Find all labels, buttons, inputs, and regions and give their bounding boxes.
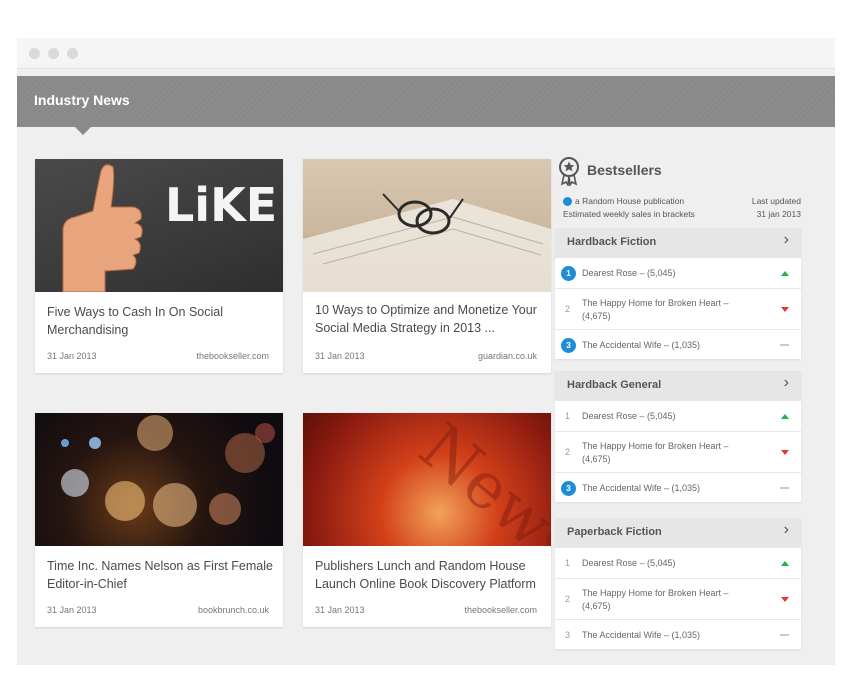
trend-flat-icon bbox=[780, 487, 789, 489]
article-card[interactable]: LiKE THIS. Five Ways to Cash In On Socia… bbox=[35, 159, 283, 373]
bestseller-row[interactable]: 2 The Happy Home for Broken Heart – (4,67… bbox=[555, 578, 801, 619]
award-ribbon-icon bbox=[557, 156, 581, 191]
image-text-like: LiKE THIS. bbox=[165, 178, 283, 232]
bestseller-row[interactable]: 3 The Accidental Wife – (1,035) bbox=[555, 619, 801, 649]
book-title-sales[interactable]: The Accidental Wife – (1,035) bbox=[582, 339, 732, 352]
header-pointer bbox=[75, 127, 91, 135]
book-title-sales[interactable]: The Happy Home for Broken Heart – (4,675… bbox=[582, 587, 732, 613]
section-title: Hardback Fiction bbox=[567, 236, 657, 248]
rank-number: 2 bbox=[565, 447, 571, 457]
section-header[interactable]: Hardback Fiction › bbox=[555, 228, 801, 257]
bestseller-row[interactable]: 2 The Happy Home for Broken Heart – (4,67… bbox=[555, 288, 801, 329]
window-maximize-dot[interactable] bbox=[67, 48, 78, 59]
article-source[interactable]: bookbrunch.co.uk bbox=[198, 605, 269, 615]
trend-flat-icon bbox=[780, 634, 789, 636]
article-image-news[interactable]: News bbox=[303, 413, 551, 546]
article-title[interactable]: 10 Ways to Optimize and Monetize Your So… bbox=[315, 301, 541, 337]
article-source[interactable]: thebookseller.com bbox=[464, 605, 537, 615]
book-title-sales[interactable]: Dearest Rose – (5,045) bbox=[582, 557, 732, 570]
section-header[interactable]: Hardback General › bbox=[555, 371, 801, 400]
article-image-city-lights[interactable] bbox=[35, 413, 283, 546]
rank-badge: 3 bbox=[561, 337, 576, 353]
chevron-right-icon[interactable]: › bbox=[784, 374, 789, 392]
trend-down-icon bbox=[781, 450, 789, 455]
page-title: Industry News bbox=[34, 92, 130, 108]
trend-up-icon bbox=[781, 561, 789, 566]
bestsellers-header: Bestsellers bbox=[555, 152, 801, 192]
book-title-sales[interactable]: Dearest Rose – (5,045) bbox=[582, 410, 732, 423]
article-title[interactable]: Five Ways to Cash In On Social Merchandi… bbox=[47, 303, 273, 339]
article-date: 31 Jan 2013 bbox=[47, 351, 97, 361]
rank-badge: 1 bbox=[561, 266, 576, 281]
section-title: Hardback General bbox=[567, 379, 662, 391]
bestseller-section: Paperback Fiction › 1 Dearest Rose – (5,045… bbox=[555, 518, 801, 649]
book-title-sales[interactable]: The Accidental Wife – (1,035) bbox=[582, 482, 732, 495]
legend-sales-note: Estimated weekly sales in brackets bbox=[563, 209, 695, 219]
bestseller-row[interactable]: 2 The Happy Home for Broken Heart – (4,67… bbox=[555, 431, 801, 472]
rank-number: 1 bbox=[565, 411, 571, 421]
bestseller-section: Hardback Fiction › 1 Dearest Rose – (5,045)… bbox=[555, 228, 801, 359]
rank-number: 2 bbox=[565, 304, 571, 314]
article-source[interactable]: thebookseller.com bbox=[196, 351, 269, 361]
book-title-sales[interactable]: The Happy Home for Broken Heart – (4,675… bbox=[582, 440, 732, 466]
last-updated-label: Last updated bbox=[751, 196, 801, 206]
trend-down-icon bbox=[781, 307, 789, 312]
window-close-dot[interactable] bbox=[29, 48, 40, 59]
article-date: 31 Jan 2013 bbox=[47, 605, 97, 615]
bestseller-section: Hardback General › 1 Dearest Rose – (5,045)… bbox=[555, 371, 801, 502]
rank-badge: 3 bbox=[561, 480, 576, 496]
book-title-sales[interactable]: Dearest Rose – (5,045) bbox=[582, 267, 732, 280]
article-date: 31 Jan 2013 bbox=[315, 351, 365, 361]
chevron-right-icon[interactable]: › bbox=[784, 521, 789, 539]
article-title[interactable]: Time Inc. Names Nelson as First Female E… bbox=[47, 557, 273, 593]
page-header: Industry News bbox=[17, 76, 835, 127]
article-image-newspaper-glasses[interactable] bbox=[303, 159, 551, 292]
bestsellers-panel: Bestsellers a Random House publication E… bbox=[555, 152, 801, 649]
chevron-right-icon[interactable]: › bbox=[784, 231, 789, 249]
random-house-legend-dot bbox=[563, 197, 572, 206]
window-minimize-dot[interactable] bbox=[48, 48, 59, 59]
rank-number: 1 bbox=[565, 558, 571, 568]
bestseller-row[interactable]: 3 The Accidental Wife – (1,035) bbox=[555, 472, 801, 502]
trend-up-icon bbox=[781, 271, 789, 276]
last-updated-date: 31 jan 2013 bbox=[756, 209, 801, 219]
article-date: 31 Jan 2013 bbox=[315, 605, 365, 615]
article-card[interactable]: News Publishers Lunch and Random House L… bbox=[303, 413, 551, 627]
article-source[interactable]: guardian.co.uk bbox=[478, 351, 537, 361]
rank-number: 3 bbox=[565, 629, 571, 640]
trend-up-icon bbox=[781, 414, 789, 419]
book-title-sales[interactable]: The Accidental Wife – (1,035) bbox=[582, 629, 732, 642]
article-image-thumbs-up[interactable]: LiKE THIS. bbox=[35, 159, 283, 292]
image-text-news: News bbox=[406, 413, 551, 546]
trend-flat-icon bbox=[780, 344, 789, 346]
legend-random-house: a Random House publication bbox=[575, 196, 685, 206]
rank-number: 2 bbox=[565, 594, 571, 604]
bestseller-row[interactable]: 1 Dearest Rose – (5,045) bbox=[555, 257, 801, 288]
section-title: Paperback Fiction bbox=[567, 526, 662, 538]
book-title-sales[interactable]: The Happy Home for Broken Heart – (4,675… bbox=[582, 297, 732, 323]
bestseller-row[interactable]: 3 The Accidental Wife – (1,035) bbox=[555, 329, 801, 359]
article-title[interactable]: Publishers Lunch and Random House Launch… bbox=[315, 557, 541, 593]
window-titlebar bbox=[17, 38, 835, 69]
bestseller-row[interactable]: 1 Dearest Rose – (5,045) bbox=[555, 400, 801, 431]
article-card[interactable]: Time Inc. Names Nelson as First Female E… bbox=[35, 413, 283, 627]
article-card[interactable]: 10 Ways to Optimize and Monetize Your So… bbox=[303, 159, 551, 373]
bestsellers-title: Bestsellers bbox=[587, 162, 662, 178]
trend-down-icon bbox=[781, 597, 789, 602]
bestseller-row[interactable]: 1 Dearest Rose – (5,045) bbox=[555, 547, 801, 578]
section-header[interactable]: Paperback Fiction › bbox=[555, 518, 801, 547]
